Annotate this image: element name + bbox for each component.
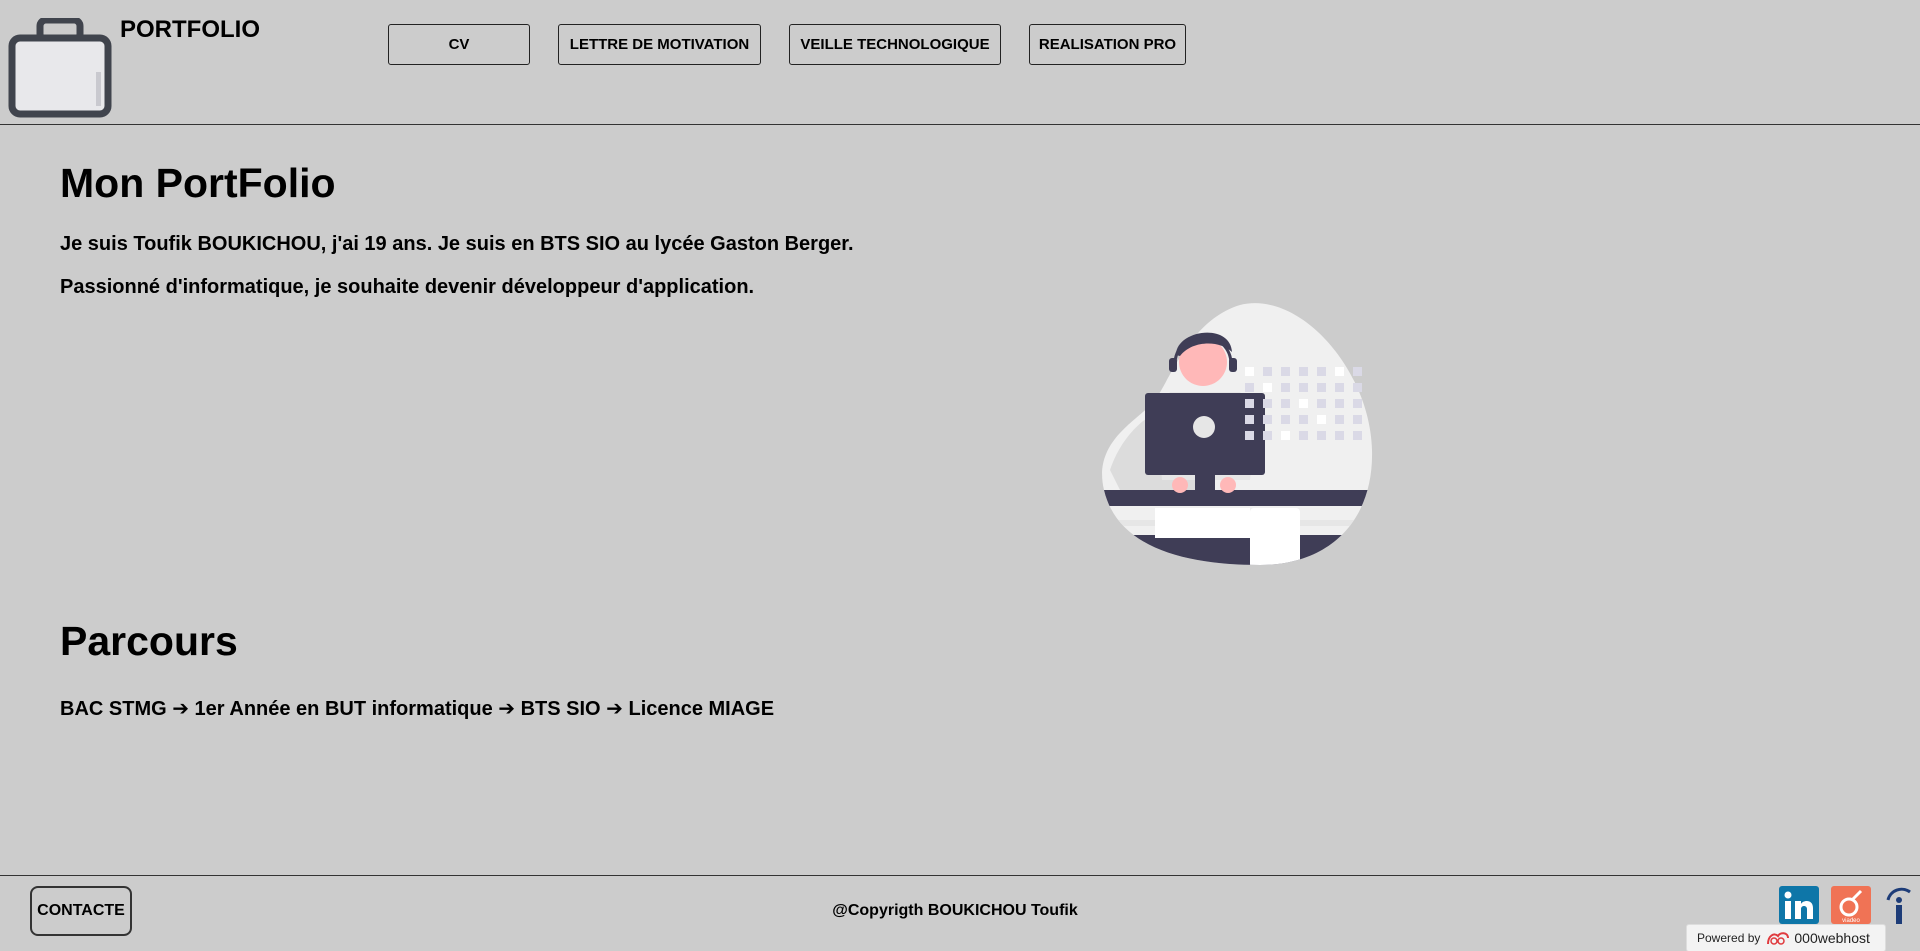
site-footer: CONTACTE @Copyrigth BOUKICHOU Toufik via… (0, 875, 1920, 951)
developer-illustration (1102, 303, 1373, 566)
linkedin-icon[interactable] (1779, 886, 1819, 924)
nav-lettre-motivation-button[interactable]: LETTRE DE MOTIVATION (558, 24, 761, 65)
nav-realisation-pro-button[interactable]: REALISATION PRO (1029, 24, 1186, 65)
briefcase-icon[interactable] (8, 18, 112, 118)
webhost-brand: 000webhost (1794, 930, 1870, 946)
site-header: PORTFOLIO CV LETTRE DE MOTIVATION VEILLE… (0, 0, 1920, 125)
powered-by-label: Powered by (1697, 931, 1761, 945)
viadeo-icon[interactable]: viadeo (1831, 886, 1871, 924)
page-title: Mon PortFolio (60, 160, 336, 206)
info-icon[interactable] (1882, 886, 1912, 924)
webhost-logo-icon (1767, 932, 1790, 945)
intro-text-line2: Passionné d'informatique, je souhaite de… (60, 276, 755, 298)
nav-veille-technologique-button[interactable]: VEILLE TECHNOLOGIQUE (789, 24, 1001, 65)
parcours-text: BAC STMG ➔ 1er Année en BUT informatique… (60, 698, 775, 720)
copyright-text: @Copyrigth BOUKICHOU Toufik (832, 902, 1078, 919)
site-title: PORTFOLIO (120, 16, 260, 43)
nav-cv-button[interactable]: CV (388, 24, 530, 65)
parcours-heading: Parcours (60, 618, 238, 664)
intro-text-line1: Je suis Toufik BOUKICHOU, j'ai 19 ans. J… (60, 233, 854, 255)
powered-by-badge[interactable]: Powered by 000webhost (1686, 924, 1886, 951)
